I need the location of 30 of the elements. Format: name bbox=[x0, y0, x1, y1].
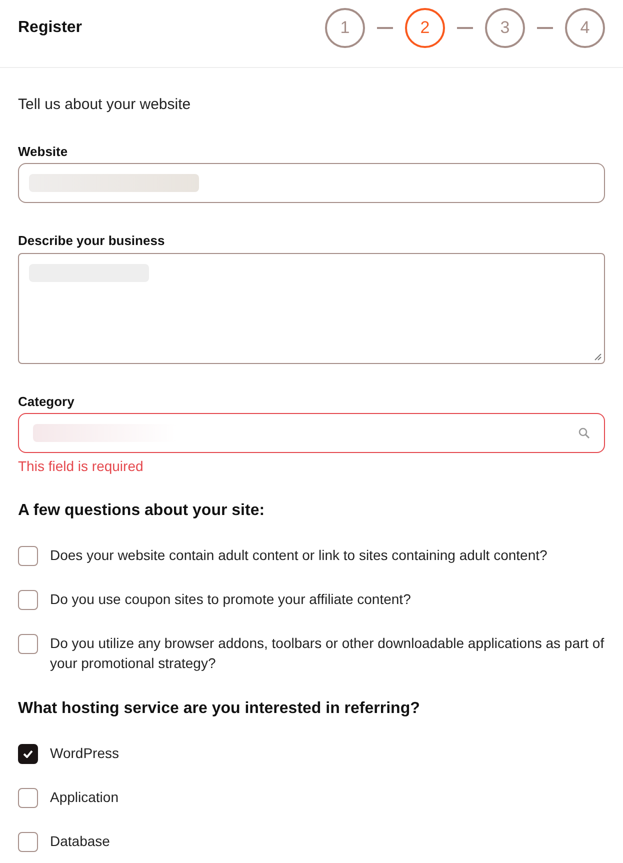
step-indicator: 1 bbox=[325, 8, 365, 48]
error-message: This field is required bbox=[18, 457, 144, 476]
step-indicator: 3 bbox=[485, 8, 525, 48]
checkbox[interactable] bbox=[18, 546, 38, 566]
category-search-field[interactable] bbox=[18, 413, 605, 453]
step-indicator: 4 bbox=[565, 8, 605, 48]
checkbox-label: Do you utilize any browser addons, toolbars or other downloadable applications as part of your promotional strategy? bbox=[50, 634, 605, 673]
section-heading: A few questions about your site: bbox=[18, 501, 266, 521]
step-indicator: 2 bbox=[405, 8, 445, 48]
search-icon bbox=[578, 427, 590, 439]
checkbox-label: Database bbox=[50, 832, 110, 851]
checkbox[interactable] bbox=[18, 590, 38, 610]
page-title: Register bbox=[18, 18, 82, 38]
checkbox[interactable] bbox=[18, 744, 38, 764]
checkmark-icon bbox=[23, 750, 33, 758]
field-label: Describe your business bbox=[18, 232, 166, 250]
checkbox-label: Does your website contain adult content or link to sites containing adult content? bbox=[50, 546, 548, 565]
website-field[interactable] bbox=[18, 163, 605, 203]
checkbox-label: WordPress bbox=[50, 744, 119, 763]
resize-handle-icon[interactable] bbox=[594, 352, 602, 360]
checkbox-label: Application bbox=[50, 788, 118, 807]
checkbox[interactable] bbox=[18, 634, 38, 654]
section-subtitle: Tell us about your website bbox=[18, 95, 192, 115]
section-heading: What hosting service are you interested in referring? bbox=[18, 699, 421, 719]
checkbox[interactable] bbox=[18, 788, 38, 808]
field-label: Website bbox=[18, 142, 69, 160]
checkbox-label: Do you use coupon sites to promote your affiliate content? bbox=[50, 590, 411, 609]
business-description-field[interactable] bbox=[18, 252, 605, 364]
field-label: Category bbox=[18, 392, 76, 411]
checkbox[interactable] bbox=[18, 832, 38, 852]
